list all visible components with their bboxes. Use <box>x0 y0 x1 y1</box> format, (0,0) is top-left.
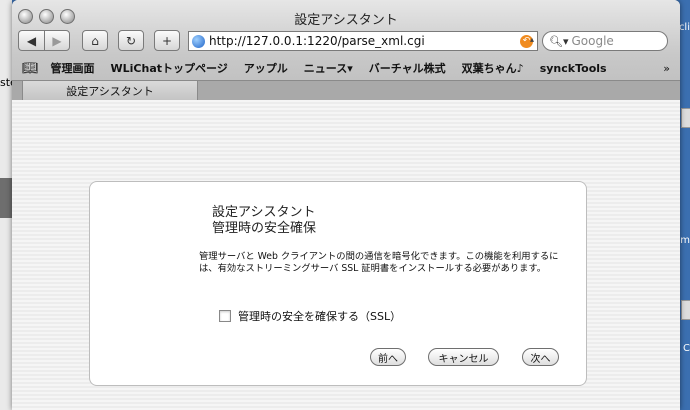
previous-button[interactable]: 前へ <box>370 348 406 366</box>
desktop-right-text-1: cli <box>678 22 690 33</box>
book-icon[interactable]: 📖︎ <box>22 61 39 76</box>
bookmark-item[interactable]: WLiChatトップページ <box>111 60 228 76</box>
forward-button[interactable]: ▶ <box>44 30 70 51</box>
dialog-title-line2: 管理時の安全確保 <box>212 221 317 236</box>
bookmarks-bar: 📖︎ 管理画面 WLiChatトップページ アップル ニュース▾ バーチャル株式… <box>12 58 680 78</box>
dialog-title-line1: 設定アシスタント <box>212 205 316 220</box>
home-icon: ⌂ <box>91 33 99 48</box>
desktop-right-text-3: C <box>683 343 690 354</box>
page-content: 設定アシスタント 管理時の安全確保 管理サーバと Web クライアントの間の通信… <box>12 100 680 410</box>
url-resize-icon[interactable]: ▴ <box>530 35 534 44</box>
reload-icon: ↻ <box>125 33 137 48</box>
desktop-icon[interactable] <box>681 300 690 320</box>
ssl-checkbox[interactable]: 管理時の安全を確保する（SSL） <box>219 308 401 324</box>
ssl-checkbox-label: 管理時の安全を確保する（SSL） <box>238 310 402 323</box>
checkbox-box[interactable] <box>219 310 231 322</box>
home-button[interactable]: ⌂ <box>82 30 108 51</box>
desktop-right-text-2: m <box>680 235 690 246</box>
back-button[interactable]: ◀ <box>18 30 44 51</box>
bookmark-item[interactable]: synckTools <box>540 62 607 75</box>
back-icon: ◀ <box>26 33 37 48</box>
cancel-button[interactable]: キャンセル <box>428 348 499 366</box>
bookmark-item[interactable]: アップル <box>244 60 288 76</box>
dialog-title: 設定アシスタント 管理時の安全確保 <box>212 205 316 237</box>
navigation-buttons: ◀ ▶ ⌂ ↻ + <box>18 30 180 51</box>
tab-bar: 設定アシスタント <box>12 80 680 101</box>
bookmark-item[interactable]: バーチャル株式 <box>369 60 446 76</box>
add-bookmark-button[interactable]: + <box>154 30 180 51</box>
forward-icon: ▶ <box>52 33 62 48</box>
desktop-left: ste <box>0 0 17 410</box>
next-button[interactable]: 次へ <box>522 348 559 366</box>
bookmark-item[interactable]: 管理画面 <box>51 60 95 76</box>
globe-icon <box>192 34 205 48</box>
search-placeholder: Google <box>571 34 614 48</box>
dialog-description: 管理サーバと Web クライアントの間の通信を暗号化できます。この機能を利用する… <box>199 251 559 274</box>
tab-setup-assistant[interactable]: 設定アシスタント <box>22 81 198 101</box>
desktop-right: cli m C <box>678 0 690 410</box>
search-field[interactable]: 🔍︎▾ Google <box>542 31 668 51</box>
browser-window: 設定アシスタント ◀ ▶ ⌂ ↻ + http://127.0.0.1:1220… <box>12 0 680 410</box>
plus-icon: + <box>161 33 173 48</box>
window-title: 設定アシスタント <box>294 13 398 28</box>
desktop-left-bar <box>0 178 12 218</box>
setup-dialog: 設定アシスタント 管理時の安全確保 管理サーバと Web クライアントの間の通信… <box>89 181 587 386</box>
browser-chrome: 設定アシスタント ◀ ▶ ⌂ ↻ + http://127.0.0.1:1220… <box>12 0 680 101</box>
address-bar[interactable]: http://127.0.0.1:1220/parse_xml.cgi ↶ <box>188 31 538 51</box>
reload-button[interactable]: ↻ <box>118 30 144 51</box>
url-text: http://127.0.0.1:1220/parse_xml.cgi <box>209 34 425 48</box>
bookmark-item[interactable]: 双葉ちゃん♪ <box>462 60 524 76</box>
bookmark-item[interactable]: ニュース▾ <box>304 60 353 76</box>
bookmarks-overflow-icon[interactable]: » <box>663 62 670 75</box>
search-icon[interactable]: 🔍︎▾ <box>549 35 569 48</box>
desktop-icon[interactable] <box>681 108 690 128</box>
